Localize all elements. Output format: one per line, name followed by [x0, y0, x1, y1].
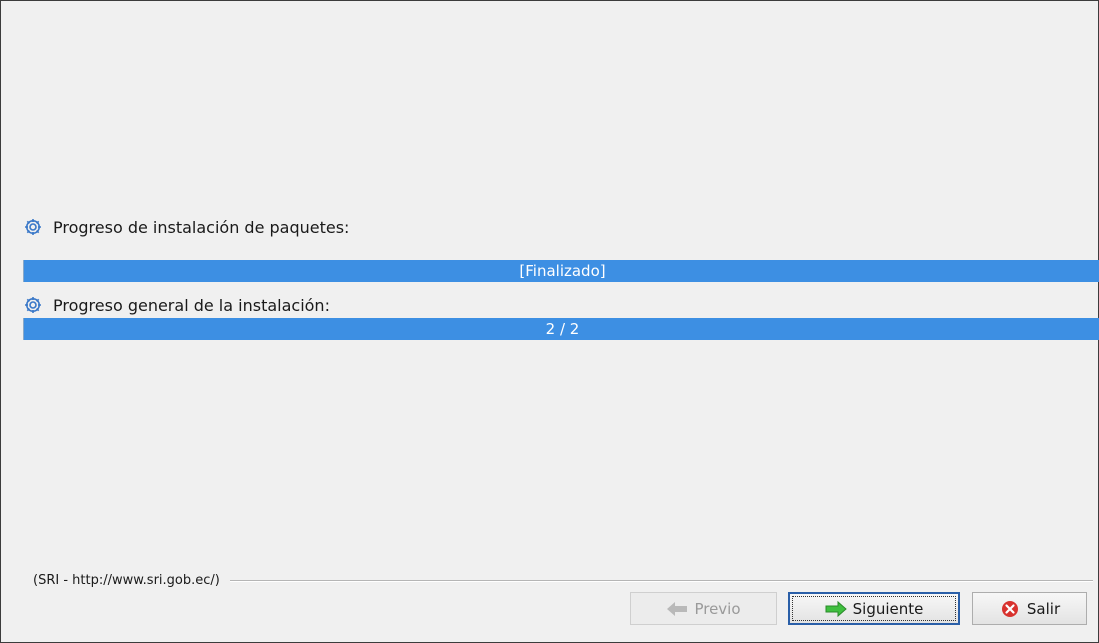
overall-progress-bar: 2 / 2 [23, 318, 1099, 340]
packages-progress-text: [Finalizado] [519, 262, 606, 280]
overall-progress-text: 2 / 2 [545, 320, 580, 338]
next-button-label: Siguiente [852, 599, 924, 618]
exit-button-label: Salir [1026, 599, 1061, 618]
overall-progress-label: Progreso general de la instalación: [53, 295, 330, 315]
gear-icon [25, 297, 41, 313]
footer-credit-link: (SRI - http://www.sri.gob.ec/) [33, 573, 220, 588]
packages-progress-label: Progreso de instalación de paquetes: [53, 217, 350, 237]
arrow-right-icon [825, 600, 847, 617]
packages-progress-label-row: Progreso de instalación de paquetes: [23, 217, 349, 237]
next-button[interactable]: Siguiente [788, 592, 960, 625]
close-circle-icon [1001, 600, 1018, 617]
previous-button-label: Previo [694, 599, 741, 618]
footer-credit-row: (SRI - http://www.sri.gob.ec/) [33, 573, 1093, 588]
overall-progress-label-row: Progreso general de la instalación: [23, 295, 330, 315]
gear-icon [25, 219, 41, 235]
arrow-left-icon [667, 601, 688, 616]
exit-button[interactable]: Salir [972, 592, 1087, 625]
previous-button[interactable]: Previo [630, 592, 777, 625]
installer-window: Progreso de instalación de paquetes: [Fi… [0, 0, 1099, 643]
packages-progress-bar: [Finalizado] [23, 260, 1099, 282]
footer-separator [229, 579, 1093, 582]
